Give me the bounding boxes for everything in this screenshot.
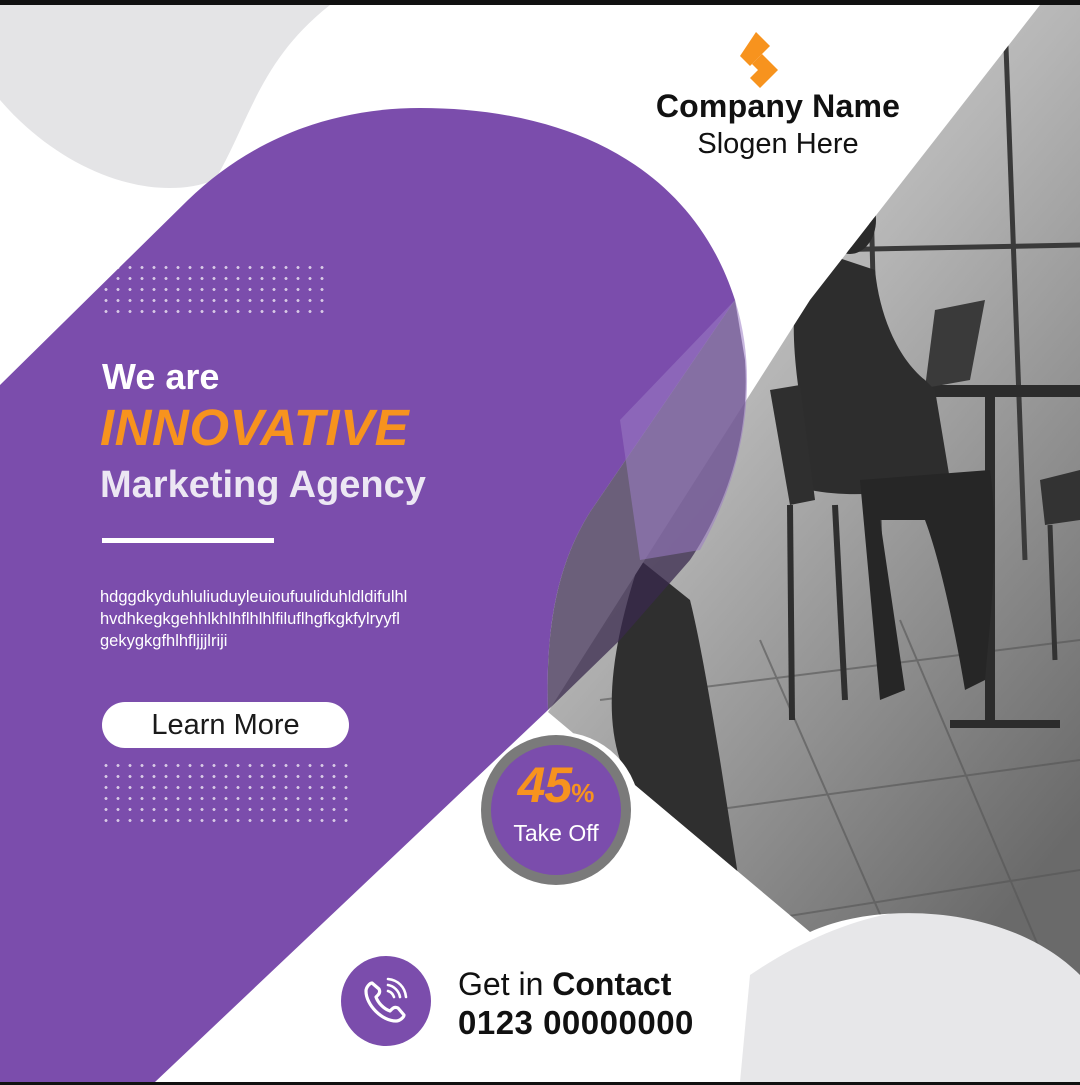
phone-icon xyxy=(364,977,408,1023)
discount-percent-sign: % xyxy=(571,778,595,808)
body-line: hvdhkegkgehhlkhlhflhlhlfiluflhgfkgkfylry… xyxy=(100,610,400,628)
contact-heading: Get in Contact xyxy=(458,966,671,1003)
body-text: hdggdkyduhluliuduyleuioufuuliduhldldiful… xyxy=(100,586,520,652)
company-name: Company Name xyxy=(655,88,901,124)
discount-number: 45 xyxy=(517,757,573,813)
phone-number[interactable]: 0123 00000000 xyxy=(458,1004,694,1042)
body-line: hdggdkyduhluliuduyleuioufuuliduhldldiful… xyxy=(100,588,408,606)
contact-prefix: Get in xyxy=(458,966,544,1002)
dot-pattern-top xyxy=(100,262,332,316)
flyer-canvas: Company Name Slogen Here We are INNOVATI… xyxy=(0,0,1080,1085)
learn-more-button[interactable]: Learn More xyxy=(102,702,349,748)
discount-value: 45% xyxy=(491,756,621,814)
dot-pattern-bottom xyxy=(100,760,352,824)
headline-agency: Marketing Agency xyxy=(100,464,426,506)
body-line: gekygkgfhlhfljjjlriji xyxy=(100,632,228,650)
headline-innovative: INNOVATIVE xyxy=(100,399,410,456)
headline-we-are: We are xyxy=(102,356,220,397)
chevron-logo-icon xyxy=(740,32,778,88)
top-border xyxy=(0,0,1080,5)
discount-label: Take Off xyxy=(513,820,599,846)
company-slogan: Slogen Here xyxy=(697,128,859,160)
contact-emphasis: Contact xyxy=(552,966,672,1002)
headline-divider xyxy=(102,538,274,543)
